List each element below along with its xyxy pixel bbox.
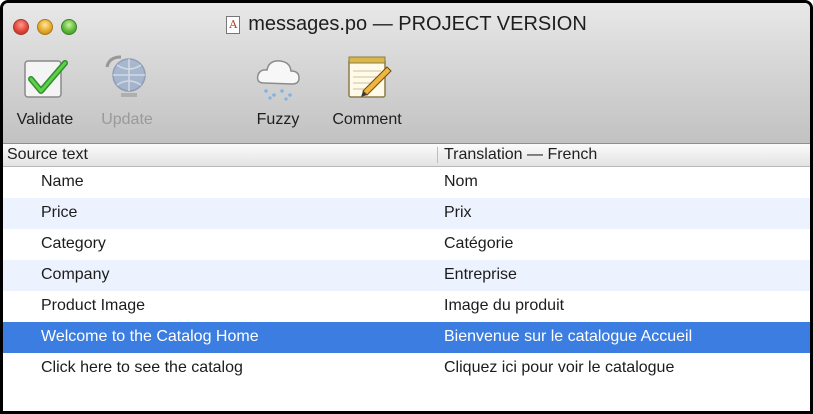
table-row[interactable]: Price Prix (3, 198, 810, 229)
table-row[interactable]: Name Nom (3, 167, 810, 198)
table-row-selected[interactable]: Welcome to the Catalog Home Bienvenue su… (3, 322, 810, 353)
validate-label: Validate (16, 111, 74, 128)
source-cell: Name (41, 173, 84, 190)
translation-cell: Prix (444, 204, 472, 221)
translation-cell: Entreprise (444, 266, 517, 283)
source-cell: Product Image (41, 297, 146, 314)
translation-cell: Nom (444, 173, 478, 190)
translation-cell: Bienvenue sur le catalogue Accueil (444, 328, 693, 345)
source-cell: Company (41, 266, 110, 283)
table-row[interactable]: Product Image Image du produit (3, 291, 810, 322)
source-cell: Click here to see the catalog (41, 359, 243, 376)
comment-label: Comment (332, 111, 402, 128)
translation-cell: Catégorie (444, 235, 514, 252)
table-header: Source text Translation — French (3, 144, 810, 167)
notepad-pencil-icon (341, 51, 393, 103)
table-row[interactable]: Click here to see the catalog Cliquez ic… (3, 353, 810, 384)
update-button[interactable]: Update (87, 51, 167, 139)
source-cell: Welcome to the Catalog Home (41, 328, 259, 345)
app-window: messages.po — PROJECT VERSION Validate (0, 0, 813, 414)
update-label: Update (101, 111, 153, 128)
translation-cell: Cliquez ici pour voir le catalogue (444, 359, 675, 376)
table-row[interactable]: Category Catégorie (3, 229, 810, 260)
window-title: messages.po — PROJECT VERSION (248, 13, 587, 35)
column-divider[interactable] (437, 147, 438, 163)
table-row[interactable]: Company Entreprise (3, 260, 810, 291)
column-header-translation[interactable]: Translation — French (444, 146, 597, 164)
translation-cell: Image du produit (444, 297, 565, 314)
title-bar: messages.po — PROJECT VERSION (3, 13, 810, 39)
comment-button[interactable]: Comment (321, 51, 413, 139)
source-cell: Price (41, 204, 78, 221)
validate-button[interactable]: Validate (7, 51, 83, 139)
column-header-source[interactable]: Source text (7, 146, 88, 164)
toolbar-area: messages.po — PROJECT VERSION Validate (3, 3, 810, 144)
document-icon (226, 15, 241, 34)
globe-icon (101, 51, 153, 103)
checkmark-icon (19, 51, 71, 103)
fuzzy-button[interactable]: Fuzzy (243, 51, 313, 139)
translation-table: Name Nom Price Prix Category Catégorie C… (3, 167, 810, 384)
cloud-icon (252, 51, 304, 103)
source-cell: Category (41, 235, 106, 252)
fuzzy-label: Fuzzy (256, 111, 300, 128)
